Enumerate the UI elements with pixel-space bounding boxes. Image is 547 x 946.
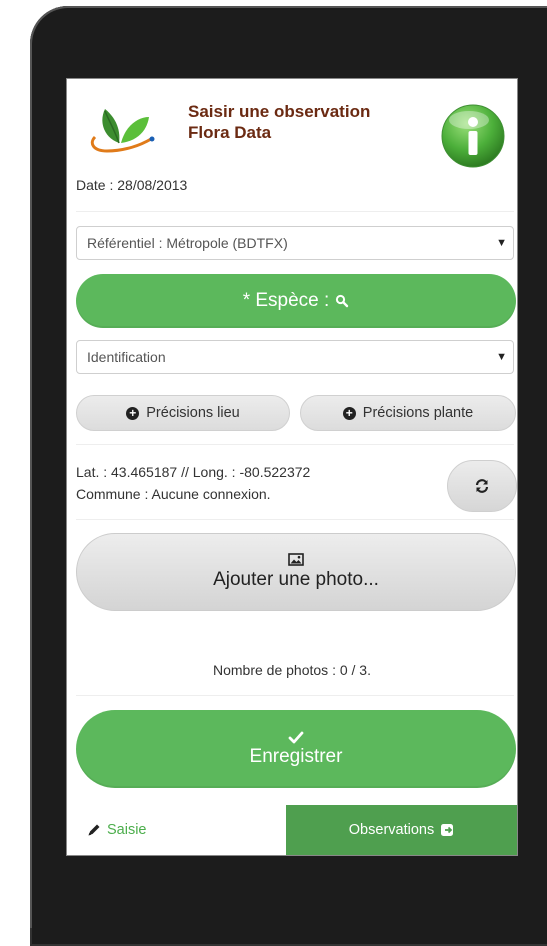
- pencil-icon: [88, 824, 100, 836]
- species-search-button[interactable]: * Espèce :: [76, 274, 516, 328]
- refresh-icon: [475, 479, 489, 493]
- tab-saisie-label: Saisie: [107, 822, 147, 838]
- precisions-plante-button[interactable]: + Précisions plante: [300, 395, 516, 431]
- divider: [76, 211, 514, 212]
- refresh-location-button[interactable]: [447, 460, 517, 512]
- divider: [76, 519, 514, 520]
- dropdown-arrow-icon: ▼: [496, 351, 507, 363]
- picture-icon: [288, 553, 304, 566]
- identification-select[interactable]: Identification ▼: [76, 340, 514, 374]
- dropdown-arrow-icon: ▼: [496, 237, 507, 249]
- divider: [76, 695, 514, 696]
- search-icon: [336, 294, 349, 308]
- tab-observations[interactable]: Observations: [286, 805, 517, 855]
- save-button[interactable]: Enregistrer: [76, 710, 516, 788]
- tab-saisie[interactable]: Saisie: [67, 805, 286, 855]
- photo-count-text: Nombre de photos : 0 / 3.: [213, 662, 371, 678]
- title-line-2: Flora Data: [188, 123, 272, 142]
- bottom-tab-bar: Saisie Observations: [67, 805, 517, 855]
- plus-circle-icon: +: [342, 406, 356, 420]
- tab-observations-label: Observations: [348, 822, 435, 838]
- referentiel-select[interactable]: Référentiel : Métropole (BDTFX) ▼: [76, 226, 514, 260]
- save-label: Enregistrer: [249, 745, 343, 767]
- plus-circle-icon: +: [126, 406, 140, 420]
- app-title: Saisir une observation Flora Data: [188, 101, 370, 143]
- precisions-lieu-button[interactable]: + Précisions lieu: [76, 395, 290, 431]
- info-icon[interactable]: [439, 102, 507, 170]
- add-photo-button[interactable]: Ajouter une photo...: [76, 533, 516, 611]
- geolocation-info: Lat. : 43.465187 // Long. : -80.522372 C…: [76, 461, 310, 505]
- title-line-1: Saisir une observation: [188, 102, 371, 121]
- add-photo-label: Ajouter une photo...: [213, 569, 379, 590]
- identification-value: Identification: [87, 349, 166, 365]
- commune-text: Commune : Aucune connexion.: [76, 486, 271, 502]
- precisions-plante-label: Précisions plante: [362, 405, 474, 421]
- precisions-lieu-label: Précisions lieu: [146, 405, 240, 421]
- external-link-icon: [441, 824, 454, 836]
- referentiel-value: Référentiel : Métropole (BDTFX): [87, 235, 288, 251]
- app-header: Saisir une observation Flora Data: [67, 79, 517, 171]
- divider: [76, 444, 514, 445]
- species-button-label: * Espèce :: [242, 290, 330, 311]
- coordinates-text: Lat. : 43.465187 // Long. : -80.522372: [76, 464, 311, 480]
- date-label: Date : 28/08/2013: [76, 177, 188, 193]
- app-screen: Saisir une observation Flora Data Date :…: [67, 79, 517, 855]
- app-logo: [90, 109, 155, 153]
- check-icon: [288, 731, 304, 743]
